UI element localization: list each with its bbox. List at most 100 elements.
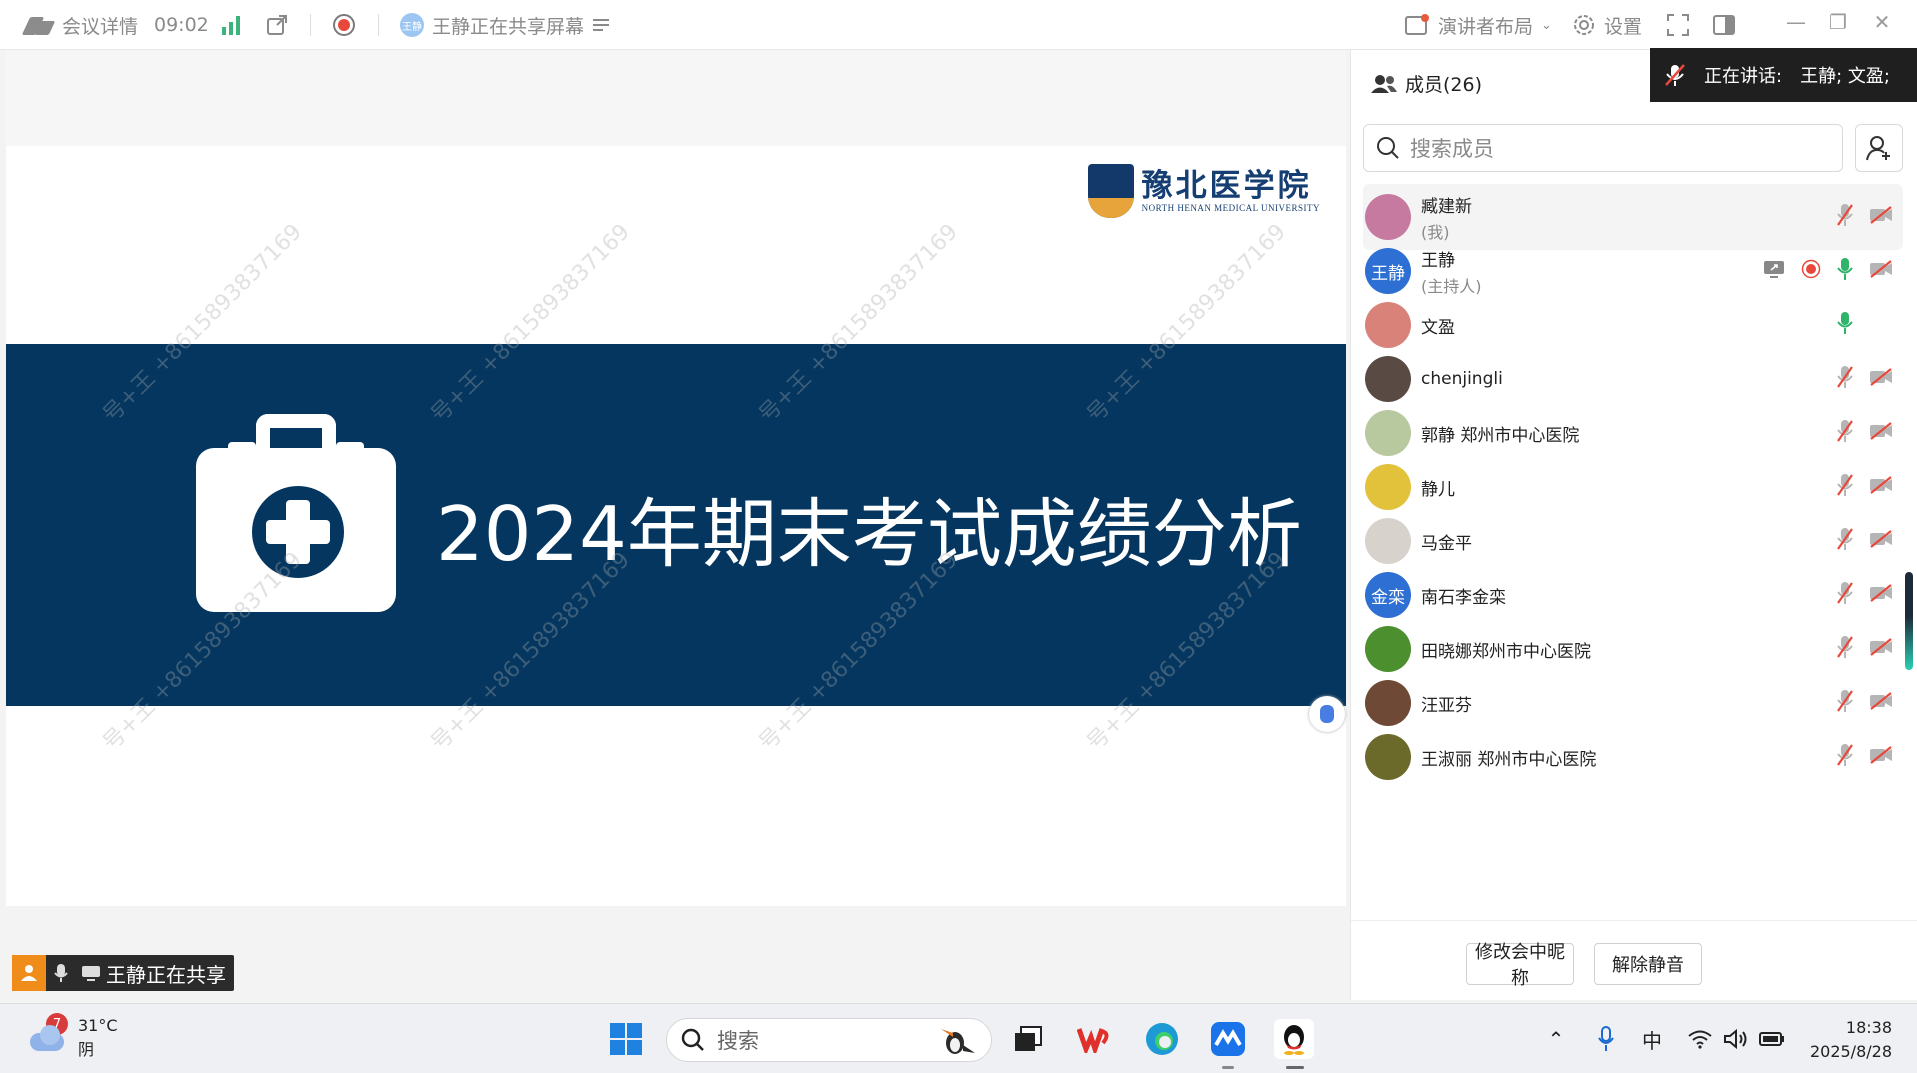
mic-muted-icon[interactable] xyxy=(1837,689,1853,717)
record-icon xyxy=(333,14,355,36)
settings-button[interactable]: 设置 xyxy=(1572,0,1642,50)
camera-off-icon[interactable] xyxy=(1869,530,1893,552)
member-avatar: 金栾 xyxy=(1365,572,1411,618)
toggle-sidebar-button[interactable] xyxy=(1712,0,1736,50)
gear-icon xyxy=(1574,15,1594,35)
camera-off-icon[interactable] xyxy=(1869,260,1893,282)
microphone-icon xyxy=(1598,1026,1614,1051)
member-name: 臧建新 xyxy=(1421,196,1472,217)
restore-button[interactable]: ❐ xyxy=(1818,0,1858,44)
mic-muted-icon[interactable] xyxy=(1837,743,1853,771)
divider xyxy=(378,14,379,36)
search-icon xyxy=(681,1028,704,1051)
member-avatar: 王静 xyxy=(1365,248,1411,294)
wifi-button[interactable] xyxy=(1684,1004,1716,1073)
mic-muted-icon[interactable] xyxy=(1837,473,1853,501)
university-name-cn: 豫北医学院 xyxy=(1141,168,1312,204)
wps-icon xyxy=(1077,1028,1109,1053)
taskbar-search-placeholder: 搜索 xyxy=(717,1029,759,1053)
meeting-details-button[interactable]: 会议详情 xyxy=(21,0,139,50)
member-name: 马金平 xyxy=(1421,533,1472,554)
members-title: 成员(26) xyxy=(1405,74,1483,96)
mic-muted-icon[interactable] xyxy=(1837,527,1853,555)
camera-off-icon[interactable] xyxy=(1869,584,1893,606)
search-members-input[interactable]: 搜索成员 xyxy=(1363,124,1843,172)
camera-off-icon[interactable] xyxy=(1869,206,1893,228)
member-avatar xyxy=(1365,518,1411,564)
search-placeholder: 搜索成员 xyxy=(1410,137,1494,161)
ime-label: 中 xyxy=(1642,1028,1662,1053)
qq-penguin-icon xyxy=(1284,1025,1304,1055)
mic-muted-icon[interactable] xyxy=(1837,581,1853,609)
member-name: 汪亚芬 xyxy=(1421,695,1472,716)
wps-app-button[interactable] xyxy=(1075,1019,1115,1059)
camera-off-icon[interactable] xyxy=(1869,368,1893,390)
university-name-en: NORTH HENAN MEDICAL UNIVERSITY xyxy=(1141,203,1320,213)
search-icon xyxy=(1377,137,1399,159)
speaking-label: 正在讲话: xyxy=(1704,66,1783,87)
annotation-float-button[interactable] xyxy=(1309,696,1345,732)
member-avatar xyxy=(1365,680,1411,726)
start-button[interactable] xyxy=(606,1019,646,1059)
camera-off-icon[interactable] xyxy=(1869,692,1893,714)
clock-time: 18:38 xyxy=(1845,1018,1892,1037)
mic-muted-icon[interactable] xyxy=(1837,419,1853,447)
university-logo: 豫北医学院 NORTH HENAN MEDICAL UNIVERSITY xyxy=(1087,164,1320,218)
member-list: 臧建新 (我) 王静 王静 (主持人) 文盈 chenjingli 郭静 郑州市中心医院 静儿马… xyxy=(1363,184,1903,912)
edge-browser-button[interactable] xyxy=(1142,1019,1182,1059)
camera-off-icon[interactable] xyxy=(1869,638,1893,660)
qq-app-button[interactable] xyxy=(1274,1019,1314,1059)
system-clock[interactable]: 18:38 2025/8/28 xyxy=(1800,1016,1892,1064)
camera-off-icon[interactable] xyxy=(1869,746,1893,768)
task-view-icon xyxy=(1015,1026,1042,1051)
microphone-icon[interactable] xyxy=(1837,311,1853,339)
camera-off-icon[interactable] xyxy=(1869,422,1893,444)
signal-strength-button[interactable] xyxy=(222,0,240,50)
show-hidden-icons-button[interactable]: ⌃ xyxy=(1540,1004,1572,1073)
minimize-button[interactable]: — xyxy=(1776,0,1816,44)
edge-icon xyxy=(1146,1023,1178,1055)
mic-muted-icon[interactable] xyxy=(1837,365,1853,393)
member-avatar xyxy=(1365,356,1411,402)
speaking-names: 王静; 文盈; xyxy=(1800,66,1890,87)
sharing-status-button[interactable]: 王静 王静正在共享屏幕 xyxy=(400,0,610,50)
members-footer: 修改会中昵称 解除静音 xyxy=(1351,920,1917,1000)
camera-off-icon[interactable] xyxy=(1869,476,1893,498)
member-avatar xyxy=(1365,302,1411,348)
task-view-button[interactable] xyxy=(1008,1019,1048,1059)
windows-icon xyxy=(610,1023,642,1055)
close-button[interactable]: ✕ xyxy=(1862,0,1902,44)
cloud-icon: 7 xyxy=(26,1013,68,1053)
recording-button[interactable] xyxy=(333,0,355,50)
tencent-meeting-icon xyxy=(1211,1022,1245,1056)
medical-kit-icon xyxy=(196,448,396,612)
members-icon xyxy=(1371,74,1397,93)
unmute-all-button[interactable]: 解除静音 xyxy=(1594,943,1702,985)
rename-button[interactable]: 修改会中昵称 xyxy=(1466,942,1574,989)
microphone-icon[interactable] xyxy=(1837,257,1853,285)
members-scrollbar[interactable] xyxy=(1905,572,1913,670)
member-row[interactable]: 王淑丽 郑州市中心医院 xyxy=(1363,724,1903,790)
popout-button[interactable] xyxy=(266,0,288,50)
meeting-details-label: 会议详情 xyxy=(62,15,139,38)
speaker-layout-button[interactable]: 演讲者布局 ⌄ xyxy=(1404,0,1552,50)
tencent-meeting-app-button[interactable] xyxy=(1208,1019,1248,1059)
sharer-status-text: 王静正在共享 xyxy=(106,962,226,987)
member-avatar xyxy=(1365,734,1411,780)
volume-button[interactable] xyxy=(1720,1004,1752,1073)
weather-widget[interactable]: 7 31°C 阴 xyxy=(26,1013,118,1062)
mic-muted-icon[interactable] xyxy=(1837,635,1853,663)
running-indicator xyxy=(1286,1066,1304,1069)
member-name: 文盈 xyxy=(1421,317,1455,338)
mic-muted-icon[interactable] xyxy=(1837,203,1853,231)
fullscreen-button[interactable] xyxy=(1666,0,1690,50)
tray-mic-button[interactable] xyxy=(1590,1004,1622,1073)
invite-member-button[interactable] xyxy=(1855,124,1903,172)
battery-button[interactable] xyxy=(1756,1004,1788,1073)
chevron-down-icon: ⌄ xyxy=(1541,17,1552,33)
speaking-indicator: 正在讲话: 王静; 文盈; xyxy=(1650,48,1917,102)
fullscreen-icon xyxy=(1667,14,1689,36)
input-method-button[interactable]: 中 xyxy=(1636,1004,1668,1073)
taskbar-search-input[interactable]: 搜索 xyxy=(666,1018,992,1062)
divider xyxy=(310,14,311,36)
